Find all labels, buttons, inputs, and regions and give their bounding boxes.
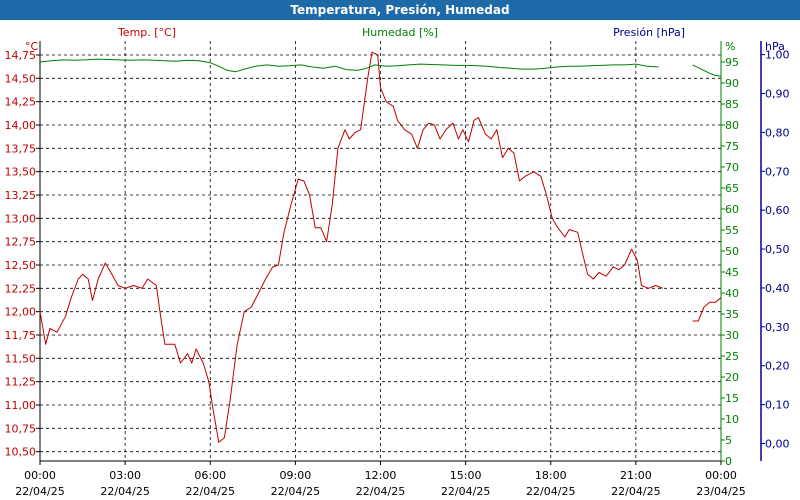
humidity-tick-label: 50 <box>725 245 739 258</box>
temperature-tick-label: 14,25 <box>5 96 37 109</box>
humidity-tick-label: 75 <box>725 140 739 153</box>
temperature-tick-label: 12,00 <box>5 306 37 319</box>
time-tick-label: 06:00 <box>194 469 226 482</box>
date-tick-label: 22/04/25 <box>356 485 405 498</box>
humidity-tick-label: 5 <box>725 434 732 447</box>
pressure-tick-label: 0,20 <box>765 360 790 373</box>
chart-title: Temperatura, Presión, Humedad <box>290 3 510 17</box>
pressure-tick-label: 0,80 <box>765 126 790 139</box>
humidity-tick-label: 40 <box>725 287 739 300</box>
time-tick-label: 15:00 <box>450 469 482 482</box>
pressure-tick-label: 0,30 <box>765 321 790 334</box>
humidity-tick-label: 70 <box>725 161 739 174</box>
humidity-tick-label: 90 <box>725 77 739 90</box>
legend-pressure: Presión [hPa] <box>613 26 685 39</box>
date-tick-label: 23/04/25 <box>696 485 745 498</box>
temperature-line-segment-0 <box>39 51 663 443</box>
legend-temperature: Temp. [°C] <box>117 26 176 39</box>
humidity-tick-label: 45 <box>725 266 739 279</box>
humidity-tick-label: 95 <box>725 56 739 69</box>
humidity-tick-label: 80 <box>725 119 739 132</box>
pressure-tick-label: 0,10 <box>765 399 790 412</box>
temperature-tick-label: 12,75 <box>5 236 37 249</box>
axes <box>36 41 765 465</box>
temperature-tick-label: 13,00 <box>5 212 37 225</box>
humidity-tick-label: 60 <box>725 203 739 216</box>
temperature-tick-label: 10,50 <box>5 446 37 459</box>
date-tick-label: 22/04/25 <box>15 485 64 498</box>
time-tick-label: 21:00 <box>620 469 652 482</box>
temperature-tick-label: 12,50 <box>5 259 37 272</box>
pressure-tick-label: 0,90 <box>765 88 790 101</box>
pressure-tick-label: 0,40 <box>765 282 790 295</box>
humidity-unit-label: % <box>725 40 735 53</box>
date-tick-label: 22/04/25 <box>441 485 490 498</box>
weather-chart: 10,50 10,75 11,00 11,25 11,50 11,75 12,00 12,25… <box>5 26 790 498</box>
pressure-tick-label: 0,50 <box>765 243 790 256</box>
date-tick-label: 22/04/25 <box>611 485 660 498</box>
humidity-tick-label: 35 <box>725 308 739 321</box>
humidity-tick-label: 65 <box>725 182 739 195</box>
time-tick-label: 12:00 <box>365 469 397 482</box>
humidity-tick-label: 10 <box>725 413 739 426</box>
pressure-unit-label: hPa <box>765 40 785 53</box>
time-tick-label: 00:00 <box>24 469 56 482</box>
temperature-tick-label: 11,50 <box>5 352 37 365</box>
temperature-tick-label: 11,00 <box>5 399 37 412</box>
date-tick-label: 22/04/25 <box>526 485 575 498</box>
temperature-tick-label: 14,50 <box>5 72 37 85</box>
humidity-tick-label: 30 <box>725 329 739 342</box>
temperature-tick-label: 11,75 <box>5 329 37 342</box>
date-tick-label: 22/04/25 <box>271 485 320 498</box>
pressure-tick-label: 0,60 <box>765 204 790 217</box>
grid-lines <box>40 41 722 461</box>
temperature-tick-label: 12,25 <box>5 282 37 295</box>
temperature-tick-label: 13,25 <box>5 189 37 202</box>
temperature-tick-label: 10,75 <box>5 422 37 435</box>
date-tick-label: 22/04/25 <box>186 485 235 498</box>
temperature-tick-label: 11,25 <box>5 376 37 389</box>
axis-labels: 10,50 10,75 11,00 11,25 11,50 11,75 12,00 12,25… <box>5 26 790 498</box>
time-tick-label: 09:00 <box>280 469 312 482</box>
humidity-tick-label: 20 <box>725 371 739 384</box>
humidity-tick-label: 15 <box>725 392 739 405</box>
pressure-tick-label: 0,00 <box>765 438 790 451</box>
temperature-tick-label: 13,75 <box>5 142 37 155</box>
humidity-line-segment-0 <box>39 58 659 73</box>
temperature-tick-label: 14,00 <box>5 119 37 132</box>
time-tick-label: 00:00 <box>705 469 737 482</box>
humidity-line-segment-1 <box>692 64 722 77</box>
humidity-tick-label: 25 <box>725 350 739 363</box>
humidity-tick-label: 55 <box>725 224 739 237</box>
humidity-tick-label: 85 <box>725 98 739 111</box>
temperature-line-segment-1 <box>692 297 722 322</box>
humidity-tick-label: 0 <box>725 455 732 468</box>
temperature-unit-label: °C <box>25 40 39 53</box>
time-tick-label: 18:00 <box>535 469 567 482</box>
pressure-tick-label: 0,70 <box>765 165 790 178</box>
time-tick-label: 03:00 <box>109 469 141 482</box>
temperature-tick-label: 13,50 <box>5 166 37 179</box>
date-tick-label: 22/04/25 <box>100 485 149 498</box>
chart-title-bar: Temperatura, Presión, Humedad <box>0 0 800 20</box>
legend-humidity: Humedad [%] <box>362 26 438 39</box>
